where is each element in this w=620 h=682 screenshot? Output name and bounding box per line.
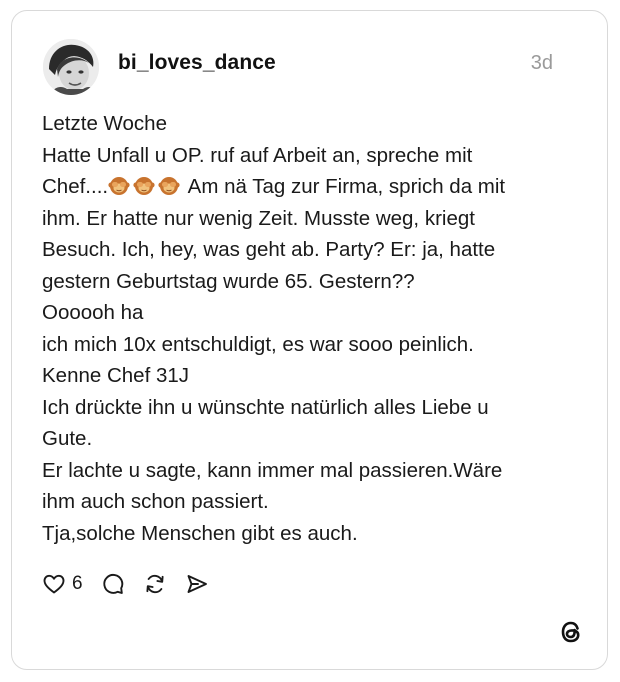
post-line: Tja,solche Menschen gibt es auch. — [42, 521, 358, 545]
send-icon — [187, 575, 207, 593]
threads-logo-icon — [561, 621, 580, 643]
post-line: Ich drückte ihn u wünschte natürlich all… — [42, 395, 489, 419]
post-line-with-emoji: Chef.... Am nä Tag zur Firma, sprich da … — [42, 171, 572, 203]
post-line: Gute. — [42, 427, 93, 450]
heart-icon — [43, 574, 65, 594]
post-text: Letzte Woche Hatte Unfall u OP. ruf auf … — [42, 108, 572, 549]
post-line: Oooooh ha — [42, 301, 144, 324]
post-line-segment: Chef.... — [42, 175, 109, 198]
like-count: 6 — [72, 573, 83, 594]
speech-bubble-icon — [102, 573, 123, 594]
post-line: Besuch. Ich, hey, was geht ab. Party? Er… — [42, 238, 496, 261]
post-line: ihm. Er hatte nur wenig Zeit. Musste weg… — [42, 206, 475, 230]
avatar-photo — [43, 39, 99, 95]
post-actions: 6 — [42, 569, 227, 599]
post-card: bi_loves_dance 3d Letzte Woche Hatte Unf… — [11, 10, 608, 670]
post-line: ich mich 10x entschuldigt, es war sooo p… — [42, 332, 474, 356]
post-line: gestern Geburtstag wurde 65. Gestern?? — [42, 269, 415, 293]
post-line: Er lachte u sagte, kann immer mal passie… — [42, 458, 503, 482]
post-line: Kenne Chef 31J — [42, 364, 190, 387]
reply-button[interactable] — [101, 572, 125, 596]
post-line: ihm auch schon passiert. — [42, 490, 269, 513]
avatar[interactable] — [43, 39, 99, 95]
repost-button[interactable] — [143, 572, 167, 596]
share-button[interactable] — [185, 572, 209, 596]
see-no-evil-monkey-icon — [158, 177, 180, 195]
repost-icon — [146, 574, 164, 594]
post-timestamp: 3d — [530, 52, 553, 74]
like-button[interactable]: 6 — [42, 572, 83, 596]
post-line: Letzte Woche — [42, 112, 167, 135]
see-no-evil-monkey-icon — [108, 177, 130, 195]
post-line: Hatte Unfall u OP. ruf auf Arbeit an, sp… — [42, 143, 473, 167]
see-no-evil-monkey-icon — [133, 177, 155, 195]
post-line-segment: Am nä Tag zur Firma, sprich da mit — [183, 175, 506, 198]
username[interactable]: bi_loves_dance — [118, 51, 276, 75]
